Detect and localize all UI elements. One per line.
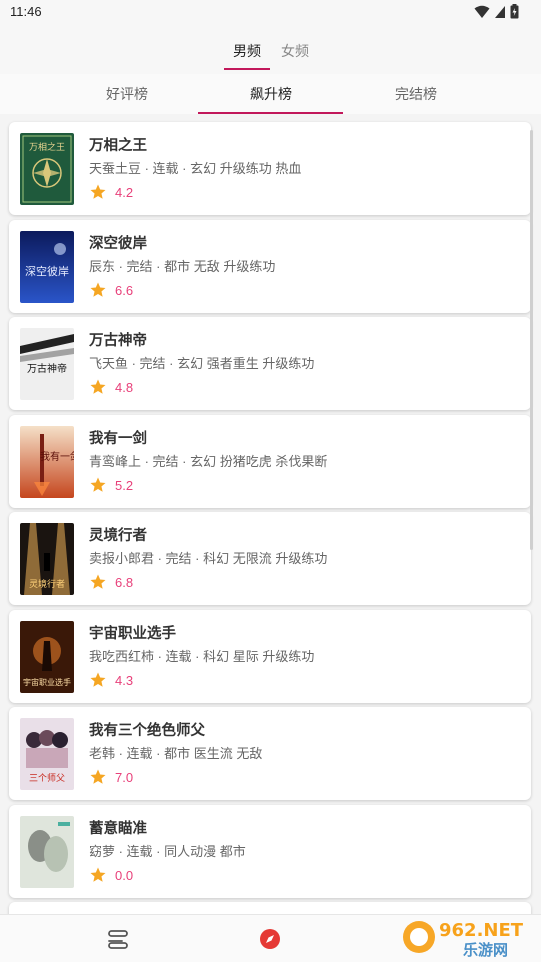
star-icon — [90, 379, 106, 394]
tab-completed[interactable]: 完结榜 — [395, 84, 437, 104]
star-icon — [90, 184, 106, 199]
book-rating: 4.8 — [89, 378, 133, 396]
book-title: 我有一剑 — [89, 431, 147, 447]
book-meta: 老韩 · 连载 · 都市 医生流 无敌 — [89, 746, 263, 761]
cover-title: 灵境行者 — [29, 578, 65, 590]
bookshelf-icon[interactable] — [106, 927, 130, 951]
book-card[interactable]: 万古神帝 万古神帝 飞天鱼 · 完结 · 玄幻 强者重生 升级练功 4.8 — [9, 317, 531, 410]
book-score: 4.8 — [115, 379, 134, 395]
book-score: 6.8 — [115, 574, 134, 590]
cover-title: 万古神帝 — [27, 362, 67, 375]
book-card[interactable]: 我有一剑 我有一剑 青鸾峰上 · 完结 · 玄幻 扮猪吃虎 杀伐果断 5.2 — [9, 415, 531, 508]
book-title: 万相之王 — [89, 138, 147, 154]
book-cover: 万相之王 — [20, 133, 74, 205]
book-card[interactable]: 宇宙职业选手 宇宙职业选手 我吃西红柿 · 连载 · 科幻 星际 升级练功 4.… — [9, 610, 531, 703]
star-icon — [90, 574, 106, 589]
book-rating: 7.0 — [89, 768, 133, 786]
book-cover: 我有一剑 — [20, 426, 74, 498]
book-cover: 三个师父 — [20, 718, 74, 790]
status-bar: 11:46 — [0, 0, 541, 24]
book-meta: 辰东 · 完结 · 都市 无敌 升级练功 — [89, 259, 276, 274]
book-title: 万古神帝 — [89, 333, 147, 349]
status-icons — [474, 4, 519, 19]
book-meta: 青鸾峰上 · 完结 · 玄幻 扮猪吃虎 杀伐果断 — [89, 454, 328, 469]
book-score: 6.6 — [115, 282, 134, 298]
book-title: 深空彼岸 — [89, 236, 147, 252]
star-icon — [90, 769, 106, 784]
tab-female[interactable]: 女频 — [281, 41, 309, 61]
signal-icon — [495, 5, 505, 18]
tab-top-rated[interactable]: 好评榜 — [106, 84, 148, 104]
book-title: 我有三个绝色师父 — [89, 723, 205, 739]
book-score: 4.3 — [115, 672, 134, 688]
rank-tab-indicator — [198, 112, 343, 114]
watermark-top: 962.NET — [439, 920, 524, 941]
book-meta: 卖报小郎君 · 完结 · 科幻 无限流 升级练功 — [89, 551, 328, 566]
book-meta: 我吃西红柿 · 连载 · 科幻 星际 升级练功 — [89, 649, 315, 664]
rank-tabs: 好评榜 飙升榜 完结榜 — [0, 74, 541, 114]
book-rating: 4.3 — [89, 671, 133, 689]
cover-title: 三个师父 — [29, 772, 65, 784]
book-rating: 5.2 — [89, 476, 133, 494]
star-icon — [90, 672, 106, 687]
book-meta: 天蚕土豆 · 连载 · 玄幻 升级练功 热血 — [89, 161, 302, 176]
book-card[interactable]: 深空彼岸 深空彼岸 辰东 · 完结 · 都市 无敌 升级练功 6.6 — [9, 220, 531, 313]
book-rating: 0.0 — [89, 866, 133, 884]
status-time: 11:46 — [10, 4, 42, 19]
watermark-bottom: 乐游网 — [463, 941, 508, 959]
wifi-icon — [474, 5, 490, 18]
gender-tab-indicator — [224, 68, 270, 70]
tab-rising[interactable]: 飙升榜 — [250, 84, 292, 104]
book-cover: 宇宙职业选手 — [20, 621, 74, 693]
cover-title: 宇宙职业选手 — [23, 677, 71, 687]
scrollbar[interactable] — [530, 130, 533, 550]
cover-title: 我有一剑 — [40, 450, 74, 463]
book-list[interactable]: 万相之王 万相之王 天蚕土豆 · 连载 · 玄幻 升级练功 热血 4.2 深空彼… — [0, 118, 541, 914]
book-cover: 万古神帝 — [20, 328, 74, 400]
star-icon — [90, 867, 106, 882]
book-title: 灵境行者 — [89, 528, 147, 544]
book-cover: 深空彼岸 — [20, 231, 74, 303]
tab-male[interactable]: 男频 — [233, 41, 261, 61]
book-score: 7.0 — [115, 769, 134, 785]
book-card[interactable]: 蓄意瞄准 窈萝 · 连载 · 同人动漫 都市 0.0 — [9, 805, 531, 898]
book-rating: 6.8 — [89, 573, 133, 591]
book-rating: 4.2 — [89, 183, 133, 201]
compass-icon[interactable] — [258, 927, 282, 951]
cover-title: 万相之王 — [29, 141, 65, 153]
gender-tabs: 男频 女频 — [0, 24, 541, 74]
star-icon — [90, 477, 106, 492]
book-score: 5.2 — [115, 477, 134, 493]
book-score: 0.0 — [115, 867, 134, 883]
cover-title: 深空彼岸 — [25, 264, 69, 278]
site-watermark: 962.NET 乐游网 — [401, 915, 537, 959]
book-cover — [20, 816, 74, 888]
battery-icon — [510, 4, 519, 19]
book-card[interactable] — [9, 902, 531, 914]
book-meta: 飞天鱼 · 完结 · 玄幻 强者重生 升级练功 — [89, 356, 315, 371]
book-card[interactable]: 灵境行者 灵境行者 卖报小郎君 · 完结 · 科幻 无限流 升级练功 6.8 — [9, 512, 531, 605]
book-cover: 灵境行者 — [20, 523, 74, 595]
book-meta: 窈萝 · 连载 · 同人动漫 都市 — [89, 844, 246, 859]
book-score: 4.2 — [115, 184, 134, 200]
book-rating: 6.6 — [89, 281, 133, 299]
book-title: 蓄意瞄准 — [89, 821, 147, 837]
book-card[interactable]: 三个师父 我有三个绝色师父 老韩 · 连载 · 都市 医生流 无敌 7.0 — [9, 707, 531, 800]
star-icon — [90, 282, 106, 297]
book-card[interactable]: 万相之王 万相之王 天蚕土豆 · 连载 · 玄幻 升级练功 热血 4.2 — [9, 122, 531, 215]
book-title: 宇宙职业选手 — [89, 626, 176, 642]
